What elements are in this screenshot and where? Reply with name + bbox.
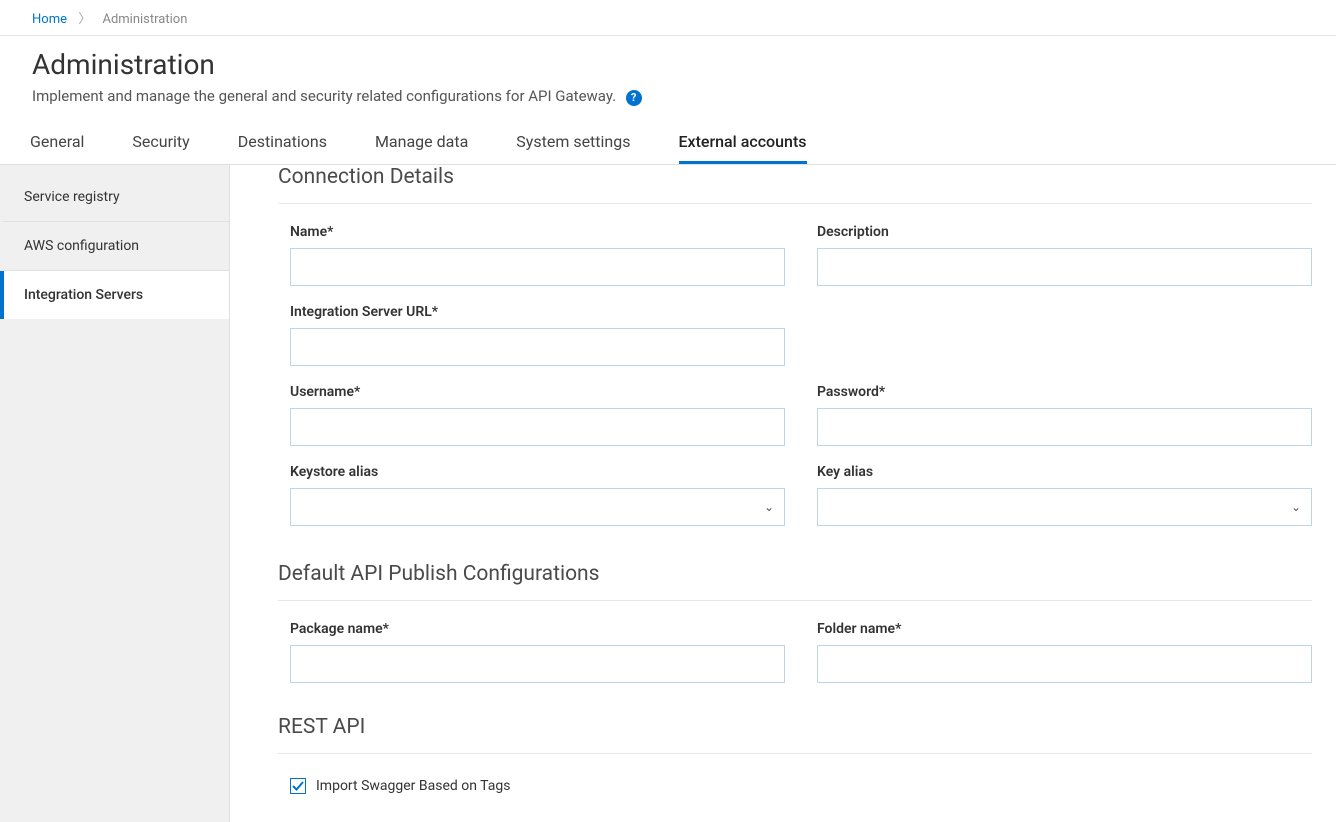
- keyalias-label: Key alias: [817, 464, 1312, 480]
- package-input[interactable]: [290, 645, 785, 683]
- name-input[interactable]: [290, 248, 785, 286]
- sidebar-item-service-registry[interactable]: Service registry: [0, 173, 229, 222]
- content-panel: Connection Details Name* Description Int…: [230, 165, 1336, 822]
- tab-external-accounts[interactable]: External accounts: [679, 122, 807, 164]
- password-input[interactable]: [817, 408, 1312, 446]
- tab-destinations[interactable]: Destinations: [238, 122, 327, 164]
- swagger-checkbox[interactable]: [290, 778, 306, 794]
- tab-general[interactable]: General: [30, 122, 84, 164]
- page-title: Administration: [32, 48, 1304, 81]
- username-input[interactable]: [290, 408, 785, 446]
- description-label: Description: [817, 224, 1312, 240]
- package-label: Package name*: [290, 621, 785, 637]
- keystore-label: Keystore alias: [290, 464, 785, 480]
- check-icon: [292, 780, 304, 792]
- is-url-input[interactable]: [290, 328, 785, 366]
- section-publish-title: Default API Publish Configurations: [278, 550, 1312, 601]
- folder-label: Folder name*: [817, 621, 1312, 637]
- help-icon[interactable]: ?: [626, 90, 642, 106]
- page-subtitle: Implement and manage the general and sec…: [32, 87, 616, 105]
- name-label: Name*: [290, 224, 785, 240]
- keyalias-select[interactable]: ⌄: [817, 488, 1312, 526]
- breadcrumb: Home 〉 Administration: [0, 0, 1336, 36]
- page-header: Administration Implement and manage the …: [0, 36, 1336, 122]
- password-label: Password*: [817, 384, 1312, 400]
- sidebar-item-aws-configuration[interactable]: AWS configuration: [0, 222, 229, 271]
- breadcrumb-home[interactable]: Home: [32, 12, 67, 27]
- chevron-down-icon: ⌄: [1291, 500, 1301, 514]
- description-input[interactable]: [817, 248, 1312, 286]
- is-url-label: Integration Server URL*: [290, 304, 785, 320]
- section-rest-title: REST API: [278, 703, 1312, 754]
- breadcrumb-separator: 〉: [78, 12, 91, 27]
- tab-bar: General Security Destinations Manage dat…: [0, 122, 1336, 165]
- tab-security[interactable]: Security: [132, 122, 189, 164]
- folder-input[interactable]: [817, 645, 1312, 683]
- tab-manage-data[interactable]: Manage data: [375, 122, 468, 164]
- breadcrumb-current: Administration: [102, 12, 187, 27]
- chevron-down-icon: ⌄: [764, 500, 774, 514]
- swagger-checkbox-label: Import Swagger Based on Tags: [316, 778, 510, 794]
- sidebar-item-integration-servers[interactable]: Integration Servers: [0, 271, 229, 319]
- sidebar: Service registry AWS configuration Integ…: [0, 165, 230, 822]
- section-connection-title: Connection Details: [278, 165, 1312, 204]
- username-label: Username*: [290, 384, 785, 400]
- keystore-select[interactable]: ⌄: [290, 488, 785, 526]
- tab-system-settings[interactable]: System settings: [516, 122, 630, 164]
